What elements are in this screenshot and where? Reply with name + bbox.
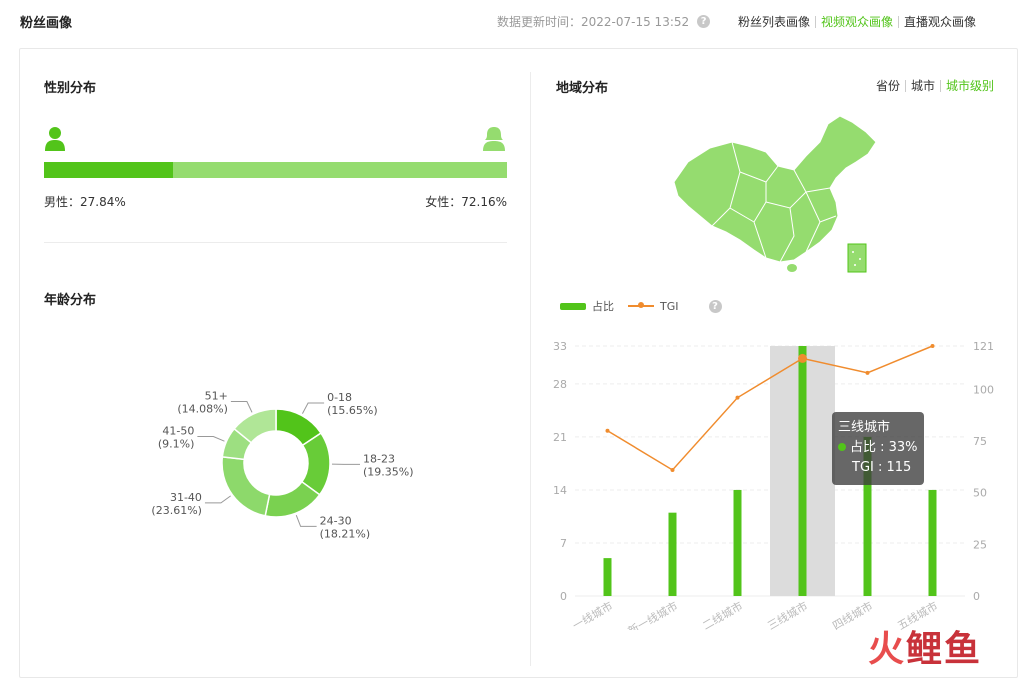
age-leader-line bbox=[205, 496, 231, 503]
y-left-tick-label: 14 bbox=[553, 484, 567, 497]
age-donut-chart: 0-18(15.65%) 18-23(19.35%) 24-30(18.21%) 31… bbox=[130, 370, 430, 550]
legend-tgi-swatch bbox=[628, 305, 654, 307]
y-right-tick-label: 121 bbox=[973, 340, 994, 353]
tab-live-viewer-profile[interactable]: 直播观众画像 bbox=[904, 13, 976, 30]
tgi-point bbox=[866, 371, 870, 375]
age-percent-label: (15.65%) bbox=[327, 404, 378, 417]
age-slice-31-40 bbox=[222, 457, 270, 516]
tgi-point bbox=[931, 344, 935, 348]
legend-share[interactable]: 占比 bbox=[560, 298, 614, 314]
y-left-tick-label: 33 bbox=[553, 340, 567, 353]
bar-一线城市 bbox=[604, 558, 612, 596]
y-right-tick-label: 100 bbox=[973, 383, 994, 396]
tab-separator bbox=[905, 80, 906, 92]
bar-新一线城市 bbox=[669, 513, 677, 596]
chart-legend: 占比 TGI ? bbox=[560, 298, 722, 314]
city-tier-chart: 07142128330255075100121一线城市新一线城市二线城市三线城市… bbox=[540, 330, 1010, 630]
tab-separator bbox=[898, 16, 899, 28]
x-tick-label: 二线城市 bbox=[700, 598, 745, 630]
watermark-logo: 火鲤鱼 bbox=[868, 620, 982, 672]
tgi-point bbox=[671, 468, 675, 472]
x-tick-label: 三线城市 bbox=[765, 598, 810, 630]
tooltip-share-dot bbox=[838, 443, 846, 451]
age-percent-label: (23.61%) bbox=[151, 504, 202, 517]
tooltip-share-row: 占比 : 33% bbox=[838, 438, 918, 458]
panel-divider bbox=[530, 72, 531, 666]
male-ratio-label: 男性：27.84% bbox=[44, 193, 126, 210]
female-ratio-label: 女性：72.16% bbox=[425, 193, 507, 210]
age-leader-line bbox=[302, 403, 324, 414]
region-tabs: 省份 城市 城市级别 bbox=[876, 77, 994, 94]
y-right-tick-label: 25 bbox=[973, 538, 987, 551]
age-leader-line bbox=[296, 515, 316, 526]
tab-separator bbox=[815, 16, 816, 28]
bar-二线城市 bbox=[734, 490, 742, 596]
age-category-label: 51+ bbox=[205, 390, 228, 403]
update-time-text: 数据更新时间：2022-07-15 13:52 bbox=[497, 13, 689, 30]
age-percent-label: (9.1%) bbox=[158, 438, 195, 451]
top-bar: 粉丝画像 数据更新时间：2022-07-15 13:52 ? 粉丝列表画像 视频… bbox=[0, 0, 1036, 44]
gender-ratio-bar bbox=[44, 162, 507, 178]
update-time: 数据更新时间：2022-07-15 13:52 ? bbox=[497, 13, 710, 30]
region-title: 地域分布 bbox=[556, 77, 608, 96]
y-right-tick-label: 0 bbox=[973, 590, 980, 603]
watermark-part1: 火 bbox=[868, 629, 906, 670]
tab-fan-list-profile[interactable]: 粉丝列表画像 bbox=[738, 13, 810, 30]
age-percent-label: (14.08%) bbox=[177, 403, 228, 416]
tgi-help-icon[interactable]: ? bbox=[709, 300, 722, 313]
china-map bbox=[670, 112, 880, 277]
y-right-tick-label: 75 bbox=[973, 435, 987, 448]
age-leader-line bbox=[197, 437, 224, 442]
female-icon bbox=[482, 126, 506, 152]
tgi-point bbox=[606, 429, 610, 433]
x-tick-label: 新一线城市 bbox=[625, 598, 680, 630]
tab-province[interactable]: 省份 bbox=[876, 77, 900, 94]
legend-tgi-label: TGI bbox=[660, 300, 679, 313]
tooltip-title: 三线城市 bbox=[838, 418, 918, 438]
age-category-label: 0-18 bbox=[327, 391, 352, 404]
bar-三线城市 bbox=[799, 346, 807, 596]
tgi-point bbox=[736, 396, 740, 400]
bar-五线城市 bbox=[929, 490, 937, 596]
age-category-label: 24-30 bbox=[320, 514, 352, 527]
y-left-tick-label: 0 bbox=[560, 590, 567, 603]
tab-separator bbox=[940, 80, 941, 92]
male-ratio-fill bbox=[44, 162, 173, 178]
legend-share-swatch bbox=[560, 303, 586, 310]
tooltip-share: 占比 : 33% bbox=[850, 440, 918, 455]
help-icon[interactable]: ? bbox=[697, 15, 710, 28]
age-category-label: 31-40 bbox=[170, 491, 202, 504]
age-category-label: 18-23 bbox=[363, 452, 395, 465]
male-icon bbox=[44, 126, 66, 152]
age-leader-line bbox=[231, 402, 252, 413]
age-category-label: 41-50 bbox=[162, 425, 194, 438]
tgi-point bbox=[798, 354, 807, 363]
y-right-tick-label: 50 bbox=[973, 487, 987, 500]
y-left-tick-label: 21 bbox=[553, 431, 567, 444]
tab-city-tier[interactable]: 城市级别 bbox=[946, 77, 994, 94]
gender-title: 性别分布 bbox=[44, 77, 96, 96]
chart-tooltip: 三线城市 占比 : 33% TGI : 115 bbox=[832, 412, 924, 485]
age-percent-label: (18.21%) bbox=[320, 527, 371, 540]
watermark-part2: 鲤鱼 bbox=[906, 629, 982, 670]
page-title: 粉丝画像 bbox=[20, 12, 72, 31]
tab-city[interactable]: 城市 bbox=[911, 77, 935, 94]
age-percent-label: (19.35%) bbox=[363, 465, 414, 478]
legend-tgi[interactable]: TGI bbox=[628, 300, 679, 313]
view-tabs: 粉丝列表画像 视频观众画像 直播观众画像 bbox=[738, 13, 976, 30]
legend-share-label: 占比 bbox=[592, 298, 614, 314]
tooltip-tgi: TGI : 115 bbox=[838, 458, 918, 478]
tab-video-viewer-profile[interactable]: 视频观众画像 bbox=[821, 13, 893, 30]
age-title: 年龄分布 bbox=[44, 289, 96, 308]
section-divider bbox=[44, 242, 507, 243]
x-tick-label: 一线城市 bbox=[570, 598, 615, 630]
y-left-tick-label: 7 bbox=[560, 537, 567, 550]
y-left-tick-label: 28 bbox=[553, 378, 567, 391]
